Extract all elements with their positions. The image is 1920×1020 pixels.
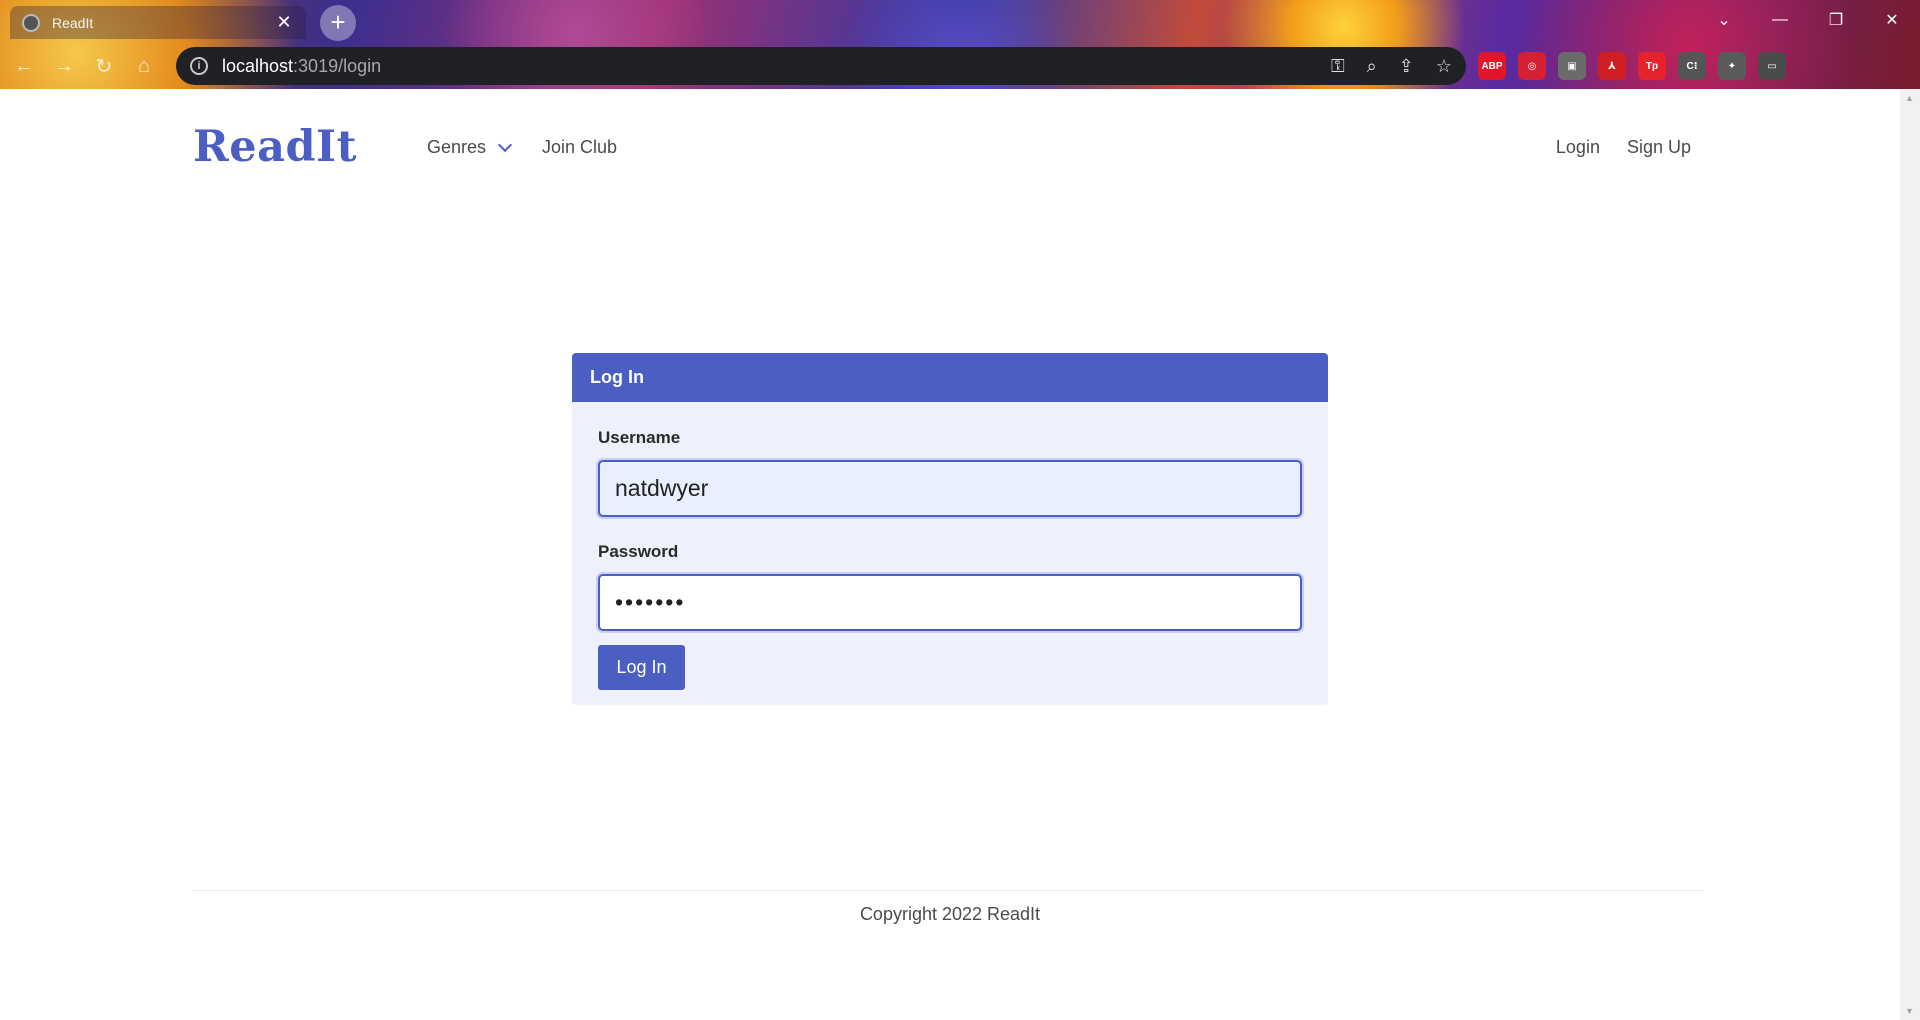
login-card: Log In Username Password Log In [572, 353, 1328, 705]
password-label: Password [598, 542, 679, 561]
scroll-up-icon[interactable]: ▲ [1905, 93, 1914, 103]
back-icon[interactable]: ← [8, 50, 40, 82]
nav-login[interactable]: Login [1556, 137, 1600, 158]
puzzle-icon[interactable]: ✦ [1718, 52, 1746, 80]
scrollbar[interactable]: ▲ ▼ [1900, 89, 1920, 1020]
minimize-button[interactable]: — [1752, 0, 1808, 40]
tp-icon[interactable]: Tp [1638, 52, 1666, 80]
url-host: localhost [222, 55, 294, 76]
new-tab-button[interactable]: + [320, 5, 356, 41]
extension-red-icon[interactable]: ◎ [1518, 52, 1546, 80]
brand-logo[interactable]: ReadIt [193, 122, 357, 172]
browser-toolbar: ← → ↻ ⌂ i localhost :3019/login ⚿ ⌕ ⇪ ☆ … [0, 44, 1920, 88]
forward-icon[interactable]: → [48, 50, 80, 82]
username-label: Username [598, 428, 681, 447]
password-input[interactable] [598, 574, 1302, 631]
footer-copyright: Copyright 2022 ReadIt [859, 904, 1041, 924]
tab-close-icon[interactable]: ✕ [274, 12, 294, 33]
zoom-icon[interactable]: ⌕ [1367, 56, 1377, 77]
url-path: :3019/login [293, 55, 382, 76]
key-icon[interactable]: ⚿ [1331, 56, 1345, 77]
login-submit-button[interactable]: Log In [598, 645, 685, 690]
extension-gray-icon[interactable]: ▣ [1558, 52, 1586, 80]
footer-divider [193, 890, 1703, 891]
restore-button[interactable]: ❐ [1808, 0, 1864, 40]
favicon-icon [22, 13, 40, 32]
sidebar-icon[interactable]: ▭ [1758, 52, 1786, 80]
page: ReadIt Genres Join Club Login Sign Up Lo… [0, 89, 1900, 1020]
username-input[interactable] [598, 460, 1302, 517]
browser-tab[interactable]: ReadIt ✕ [10, 6, 306, 39]
browser-chrome: ReadIt ✕ + ⌄ — ❐ ✕ ← → ↻ ⌂ i localhost :… [0, 0, 1920, 89]
site-navbar: ReadIt Genres Join Club Login Sign Up [193, 121, 1703, 173]
window-controls: ⌄ — ❐ ✕ [1696, 0, 1920, 40]
share-icon[interactable]: ⇪ [1399, 56, 1414, 77]
tab-search-icon[interactable]: ⌄ [1696, 0, 1752, 40]
bookmark-star-icon[interactable]: ☆ [1436, 56, 1452, 77]
nav-genres-label: Genres [427, 136, 487, 157]
address-bar[interactable]: i localhost :3019/login ⚿ ⌕ ⇪ ☆ [176, 47, 1466, 85]
site-info-icon[interactable]: i [190, 57, 208, 75]
close-window-button[interactable]: ✕ [1864, 0, 1920, 40]
nav-join-club[interactable]: Join Club [542, 137, 617, 158]
acrobat-icon[interactable]: ⅄ [1598, 52, 1626, 80]
home-icon[interactable]: ⌂ [128, 50, 160, 82]
login-form: Username Password Log In [572, 402, 1328, 705]
reload-icon[interactable]: ↻ [88, 50, 120, 82]
tab-title: ReadIt [52, 14, 94, 31]
scroll-down-icon[interactable]: ▼ [1905, 1006, 1914, 1016]
auth-links: Login Sign Up [1556, 137, 1691, 158]
adblock-plus-icon[interactable]: ABP [1478, 52, 1506, 80]
nav-signup[interactable]: Sign Up [1627, 137, 1691, 158]
card-header: Log In [572, 353, 1328, 402]
nav-genres-dropdown[interactable]: Genres [427, 136, 513, 158]
extensions-bar: ABP ◎ ▣ ⅄ Tp C⁝ ✦ ▭ [1478, 50, 1786, 82]
chevron-down-icon [497, 137, 513, 152]
nav-links: Genres Join Club [427, 137, 617, 158]
extension-c-icon[interactable]: C⁝ [1678, 52, 1706, 80]
